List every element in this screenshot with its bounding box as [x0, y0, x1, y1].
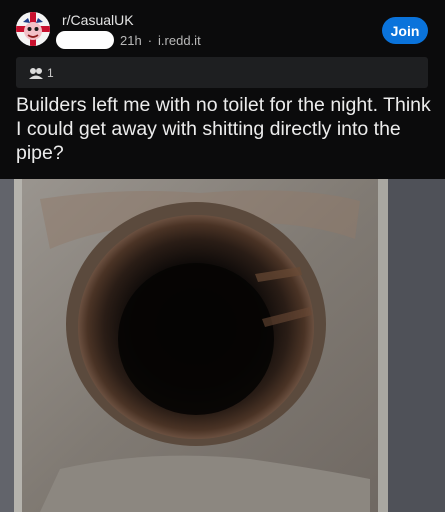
post-domain[interactable]: i.redd.it [158, 33, 201, 48]
join-button[interactable]: Join [382, 17, 428, 44]
post-title[interactable]: Builders left me with no toilet for the … [16, 93, 436, 165]
post-image[interactable] [0, 179, 445, 512]
post-header: r/CasualUK 21h · i.redd.it Join [0, 0, 445, 58]
award-bar[interactable]: 1 [16, 57, 428, 88]
award-count: 1 [47, 65, 54, 80]
username-redaction [56, 31, 114, 49]
subreddit-name[interactable]: r/CasualUK [62, 12, 134, 28]
post-age: 21h [120, 32, 142, 48]
meta-separator: · [147, 32, 153, 48]
subreddit-avatar-icon[interactable] [16, 12, 50, 46]
award-icon [28, 67, 44, 79]
post-meta: 21h · i.redd.it [56, 31, 201, 49]
